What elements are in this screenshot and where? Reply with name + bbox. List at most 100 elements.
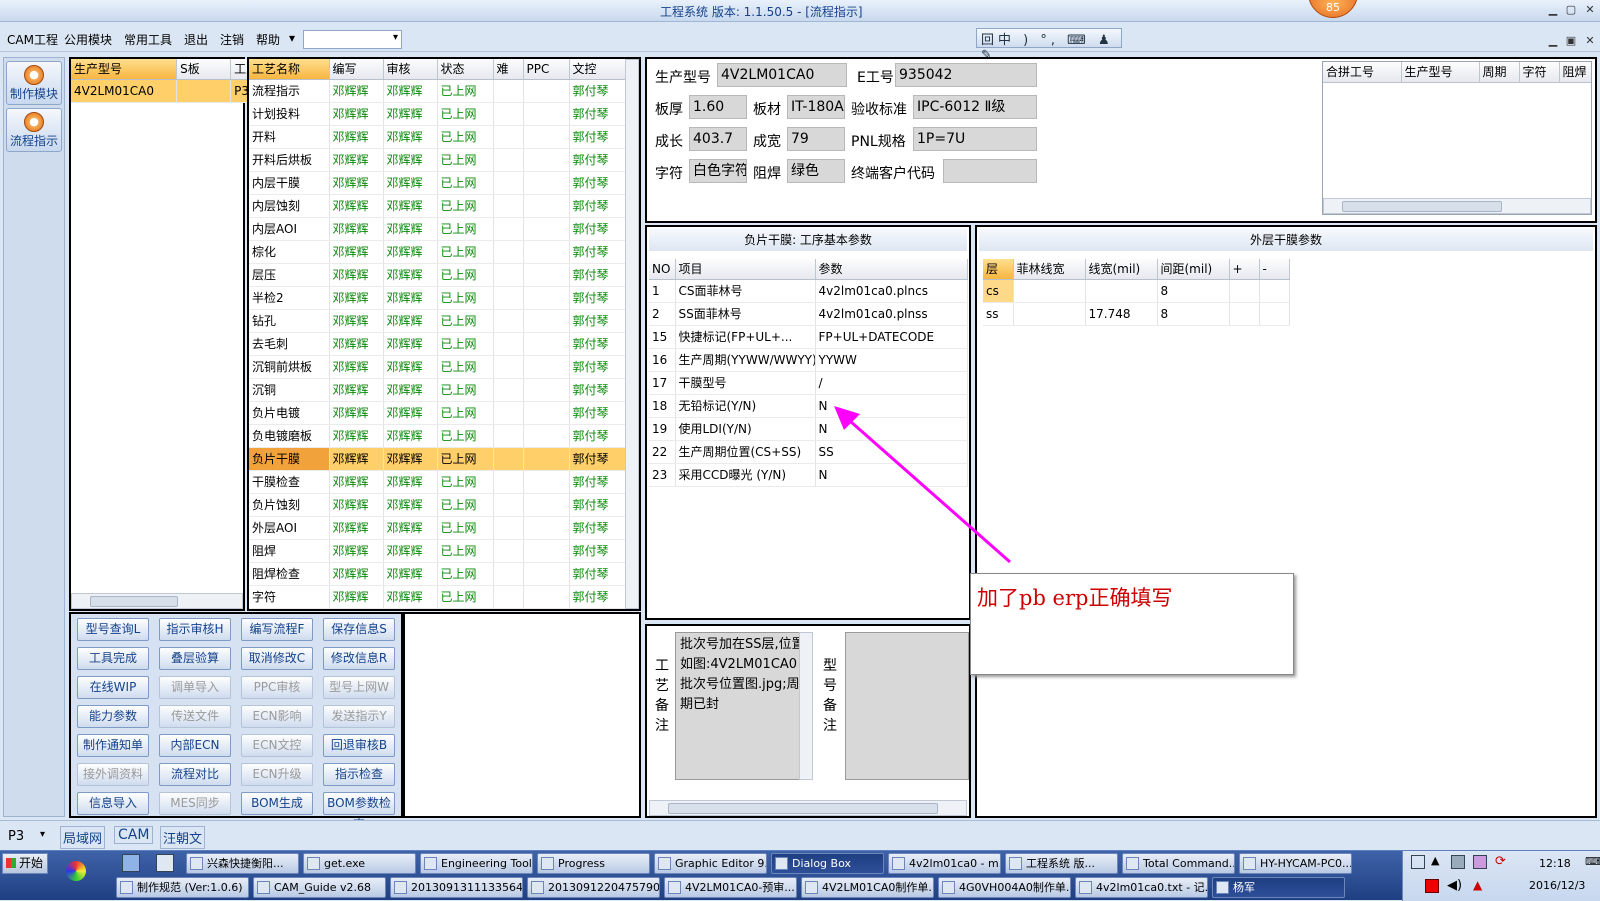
table-row[interactable]: 钻孔 邓辉辉 邓辉辉 已上网 郭付琴 xyxy=(249,309,628,333)
action-button[interactable]: 调单导入 xyxy=(159,676,231,699)
spacing-cell[interactable]: 8 xyxy=(1157,279,1230,303)
menu-common-modules[interactable]: 公用模块 xyxy=(64,31,112,48)
action-button[interactable]: 取消修改C xyxy=(241,647,313,670)
col-spacing[interactable]: 间距(mil) xyxy=(1157,259,1230,280)
taskbar-button[interactable]: 4v2lm01ca0 - m... xyxy=(888,853,1001,874)
taskbar-button[interactable]: 2013091311133564... xyxy=(390,877,523,898)
param-value-cell[interactable]: / xyxy=(815,371,968,395)
action-button[interactable]: 型号查询L xyxy=(77,618,149,641)
action-button[interactable]: 工具完成 xyxy=(77,647,149,670)
table-row[interactable]: 负片蚀刻 邓辉辉 邓辉辉 已上网 郭付琴 xyxy=(249,493,628,517)
action-button[interactable]: 保存信息S xyxy=(323,618,395,641)
menu-cam[interactable]: CAM工程 xyxy=(7,31,58,48)
table-row[interactable]: cs 8 xyxy=(983,279,1290,303)
table-row[interactable]: 开料 邓辉辉 邓辉辉 已上网 郭付琴 xyxy=(249,125,628,149)
tab-lan[interactable]: 局域网 xyxy=(60,826,106,849)
action-button[interactable]: 接外调资料 xyxy=(77,763,149,786)
solder-field[interactable]: 绿色 xyxy=(787,159,845,183)
table-row[interactable]: 负片电镀 邓辉辉 邓辉辉 已上网 郭付琴 xyxy=(249,401,628,425)
col-minus[interactable]: - xyxy=(1259,259,1290,280)
plus-cell[interactable] xyxy=(1229,279,1260,303)
model-field[interactable]: 4V2LM01CA0 xyxy=(717,63,847,87)
plus-cell[interactable] xyxy=(1229,302,1260,326)
col-ppc[interactable]: PPC xyxy=(523,59,570,80)
table-row[interactable]: 15 快捷标记(FP+UL+... FP+UL+DATECODE xyxy=(649,325,968,349)
col-item[interactable]: 项目 xyxy=(675,259,816,280)
minus-cell[interactable] xyxy=(1259,302,1290,326)
thickness-field[interactable]: 1.60 xyxy=(689,95,747,119)
taskbar-button[interactable]: Total Command... xyxy=(1122,853,1235,874)
tray-alert-icon[interactable]: ⟳ xyxy=(1495,854,1506,869)
menu-tools[interactable]: 常用工具 xyxy=(124,31,172,48)
table-row[interactable]: 1 CS面菲林号 4v2lm01ca0.plncs xyxy=(649,279,968,303)
standard-field[interactable]: IPC-6012 Ⅱ级 xyxy=(913,95,1037,119)
char-field[interactable]: 白色字符 xyxy=(689,159,747,183)
col-reviewer[interactable]: 审核 xyxy=(383,59,438,80)
action-button[interactable]: 传送文件 xyxy=(159,705,231,728)
taskbar-button[interactable]: 4V2LM01CA0制作单... xyxy=(801,877,934,898)
action-button[interactable]: BOM生成 xyxy=(241,792,313,815)
action-button[interactable]: 内部ECN xyxy=(159,734,231,757)
tray-red-icon[interactable] xyxy=(1425,879,1439,893)
action-button[interactable]: 发送指示Y xyxy=(323,705,395,728)
maximize-icon[interactable]: ▢ xyxy=(1563,3,1579,17)
taskbar-button[interactable]: Graphic Editor 9.... xyxy=(654,853,767,874)
taskbar-button[interactable]: CAM_Guide v2.68 xyxy=(253,877,386,898)
model-list-hscroll[interactable] xyxy=(71,593,243,609)
process-remark-text[interactable]: 批次号加在SS层,位置如图:4V2LM01CA0批次号位置图.jpg;周期已封 xyxy=(675,632,811,780)
menu-logout[interactable]: 注销 xyxy=(220,31,244,48)
tray-expand-icon[interactable]: ▲ xyxy=(1431,854,1439,867)
quicklaunch-icon-1[interactable] xyxy=(122,854,140,872)
mdi-minimize-icon[interactable]: ▁ xyxy=(1545,34,1561,48)
action-button[interactable]: MES同步 xyxy=(159,792,231,815)
taskbar-button[interactable]: get.exe xyxy=(303,853,416,874)
table-row[interactable]: 沉铜前烘板 邓辉辉 邓辉辉 已上网 郭付琴 xyxy=(249,355,628,379)
col-plus[interactable]: + xyxy=(1229,259,1260,280)
nav-process-instruction[interactable]: ● 流程指示 xyxy=(6,108,62,152)
menu-exit[interactable]: 退出 xyxy=(184,31,208,48)
width-field[interactable]: 79 xyxy=(787,127,845,151)
quicklaunch-icon-2[interactable] xyxy=(156,854,174,872)
table-row[interactable]: 内层干膜 邓辉辉 邓辉辉 已上网 郭付琴 xyxy=(249,171,628,195)
tray-network-icon[interactable] xyxy=(1451,855,1465,869)
spacing-cell[interactable]: 8 xyxy=(1157,302,1230,326)
action-button[interactable]: 流程对比 xyxy=(159,763,231,786)
col-combo-model[interactable]: 生产型号 xyxy=(1401,62,1480,83)
tab-cam[interactable]: CAM xyxy=(114,826,154,844)
action-button[interactable]: 信息导入 xyxy=(77,792,149,815)
col-combo-solder[interactable]: 阻焊 xyxy=(1559,62,1591,83)
eno-field[interactable]: 935042 xyxy=(895,63,1037,87)
close-icon[interactable]: ✕ xyxy=(1582,3,1598,17)
minimize-icon[interactable]: ▁ xyxy=(1545,3,1561,17)
length-field[interactable]: 403.7 xyxy=(689,127,747,151)
table-row[interactable]: 外层AOI 邓辉辉 邓辉辉 已上网 郭付琴 xyxy=(249,516,628,540)
param-value-cell[interactable]: FP+UL+DATECODE xyxy=(815,325,968,349)
colorful-app-icon[interactable] xyxy=(66,861,86,881)
action-button[interactable]: 指示检查 xyxy=(323,763,395,786)
param-value-cell[interactable]: YYWW xyxy=(815,348,968,372)
col-doc-control[interactable]: 文控 xyxy=(569,59,628,80)
action-button[interactable]: 制作通知单 xyxy=(77,734,149,757)
tray-app-icon[interactable] xyxy=(1473,855,1487,869)
pnl-field[interactable]: 1P=7U xyxy=(913,127,1037,151)
col-param[interactable]: 参数 xyxy=(815,259,968,280)
action-button[interactable]: BOM参数检查 xyxy=(323,792,395,831)
toolbar-combo[interactable] xyxy=(303,30,402,49)
plant-selector[interactable]: P3 xyxy=(8,829,24,844)
action-button[interactable]: ECN升级 xyxy=(241,763,313,786)
param-value-cell[interactable]: 4v2lm01ca0.plnss xyxy=(815,302,968,326)
table-row[interactable]: 字符 邓辉辉 邓辉辉 已上网 郭付琴 xyxy=(249,585,628,609)
action-button[interactable]: ECN文控 xyxy=(241,734,313,757)
taskbar-button[interactable]: 工程系统 版... xyxy=(1005,853,1118,874)
taskbar-button[interactable]: Progress xyxy=(537,853,650,874)
table-row[interactable]: 流程指示 邓辉辉 邓辉辉 已上网 郭付琴 xyxy=(249,79,628,103)
param-value-cell[interactable]: 4v2lm01ca0.plncs xyxy=(815,279,968,303)
taskbar-button[interactable]: 制作规范 (Ver:1.0.6) xyxy=(116,877,249,898)
ime-toolbar[interactable]: 回中 ) °, ⌨ ♟ ✎ xyxy=(976,28,1122,63)
film-width-cell[interactable] xyxy=(1013,279,1086,303)
process-vscroll[interactable] xyxy=(625,59,639,609)
table-row[interactable]: 17 干膜型号 / xyxy=(649,371,968,395)
taskbar-button[interactable]: Engineering Tool... xyxy=(420,853,533,874)
taskbar-button[interactable]: 4V2LM01CA0-预审... xyxy=(664,877,797,898)
col-layer[interactable]: 层 xyxy=(983,259,1014,280)
